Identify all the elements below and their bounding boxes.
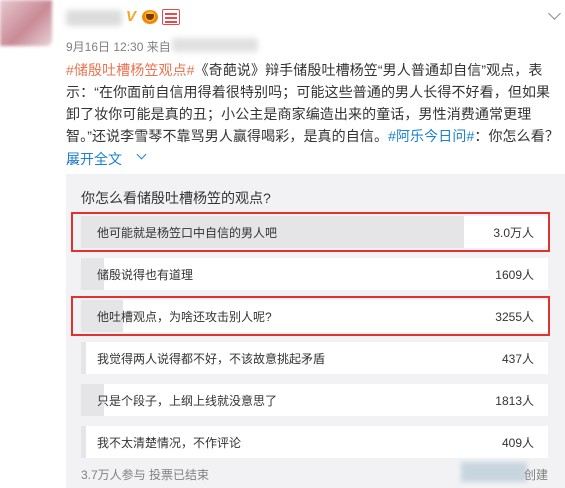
highlight-box xyxy=(71,296,550,336)
poll-create-label[interactable]: 创建 xyxy=(524,466,548,483)
creator-blurred xyxy=(461,462,527,482)
poll-question: 你怎么看储殷吐槽杨笠的观点? xyxy=(81,190,271,206)
poll-option[interactable]: 储殷说得也有道理 1609人 xyxy=(81,258,548,290)
poll-option-label: 我觉得两人说得都不好，不该故意挑起矛盾 xyxy=(97,352,326,366)
poll-card: 你怎么看储殷吐槽杨笠的观点? 他可能就是杨笠口中自信的男人吧 3.0万人 储殷说得也… xyxy=(66,174,565,488)
poll-option-count: 1813人 xyxy=(495,394,534,408)
vip-crown-icon xyxy=(142,10,158,24)
post-menu-chevron-icon[interactable] xyxy=(548,7,561,20)
poll-option-bar xyxy=(81,426,86,458)
poll-option-label: 我不太清楚情况，不作评论 xyxy=(97,436,242,450)
poll-option-label: 只是个段子，上纲上线就没意思了 xyxy=(97,394,278,408)
avatar[interactable] xyxy=(0,0,52,46)
post-meta: 9月16日 12:30 来自 xyxy=(66,40,171,54)
hashtag-link[interactable]: #阿乐今日问# xyxy=(388,128,474,144)
poll-option[interactable]: 我觉得两人说得都不好，不该故意挑起矛盾 437人 xyxy=(81,342,548,374)
poll-option-count: 409人 xyxy=(501,436,534,450)
poll-option-bar xyxy=(81,342,86,374)
poll-option-count: 1609人 xyxy=(495,268,534,282)
vip-level-icon xyxy=(162,9,180,25)
verified-icon: V xyxy=(126,8,137,25)
username-blurred[interactable] xyxy=(66,10,122,26)
poll-footer: 3.7万人参与 投票已结束 xyxy=(81,468,210,482)
post-source-blurred xyxy=(172,38,258,52)
poll-option-label: 储殷说得也有道理 xyxy=(97,268,194,282)
poll-option[interactable]: 我不太清楚情况，不作评论 409人 xyxy=(81,426,548,458)
expand-full-text-link[interactable]: 展开全文 xyxy=(66,149,122,169)
poll-option-count: 437人 xyxy=(501,352,534,366)
hashtag-link[interactable]: #储殷吐槽杨笠观点# xyxy=(66,62,195,78)
highlight-box xyxy=(71,212,550,252)
poll-option[interactable]: 只是个段子，上纲上线就没意思了 1813人 xyxy=(81,384,548,416)
